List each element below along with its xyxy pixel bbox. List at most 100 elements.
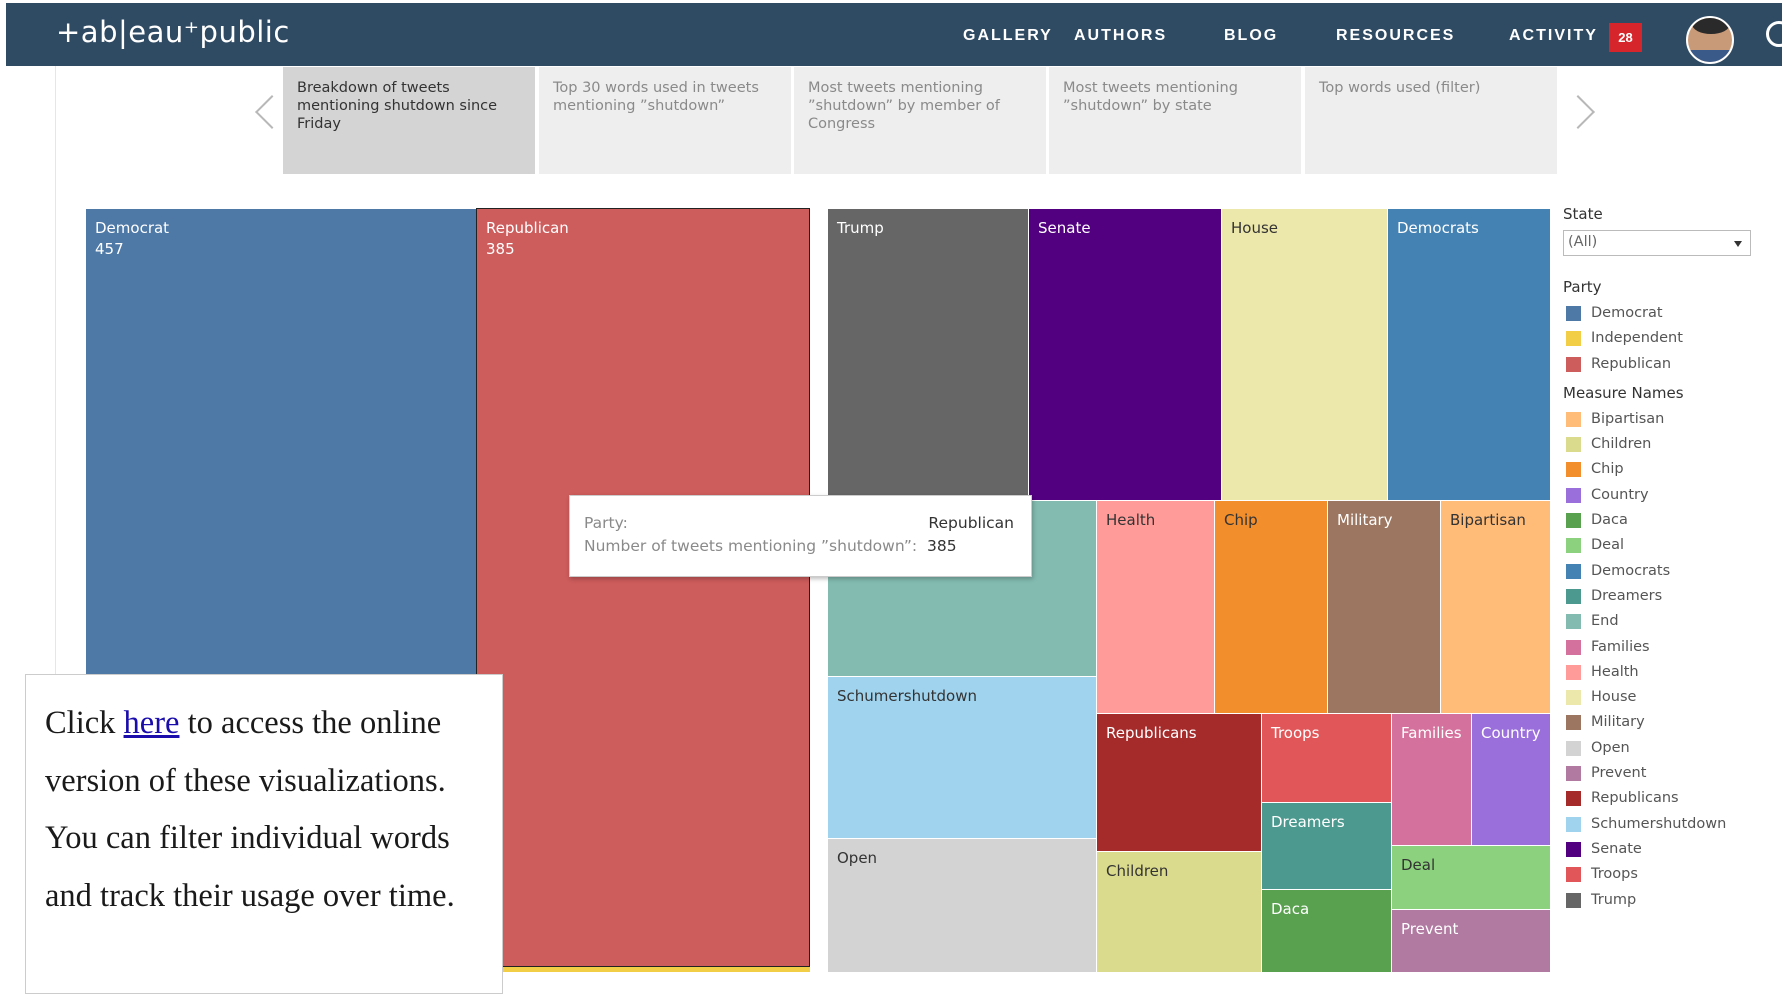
legend-label: Troops (1591, 866, 1638, 883)
avatar[interactable] (1686, 16, 1734, 64)
measure-legend-item[interactable]: End (1563, 611, 1751, 636)
measure-legend-item[interactable]: Families (1563, 637, 1751, 662)
measure-legend-item[interactable]: Schumershutdown (1563, 814, 1751, 839)
word-tile-dreamers[interactable]: Dreamers (1262, 803, 1391, 889)
party-legend-item[interactable]: Republican (1563, 354, 1751, 379)
tooltip-party-value: Republican (928, 514, 1014, 532)
legend-swatch (1566, 766, 1581, 782)
legend-swatch (1566, 306, 1581, 321)
word-tile-health[interactable]: Health (1097, 501, 1214, 713)
legend-label: End (1591, 613, 1619, 630)
measure-legend-item[interactable]: Troops (1563, 864, 1751, 889)
word-tile-deal[interactable]: Deal (1392, 846, 1550, 909)
word-tile-bipartisan[interactable]: Bipartisan (1441, 501, 1550, 713)
legend-swatch (1566, 867, 1581, 883)
legend-swatch (1566, 588, 1581, 604)
word-tile-prevent[interactable]: Prevent (1392, 910, 1550, 972)
legend-swatch (1566, 331, 1581, 347)
nav-authors[interactable]: AUTHORS (1074, 27, 1167, 45)
word-tile-trump[interactable]: Trump (828, 209, 1028, 500)
story-point-1[interactable]: Breakdown of tweets mentioning shutdown … (283, 67, 535, 174)
word-tile-troops[interactable]: Troops (1262, 714, 1391, 802)
legend-swatch (1566, 715, 1581, 731)
treemap-tile-independent[interactable] (476, 967, 810, 972)
measure-legend-title: Measure Names (1563, 383, 1684, 402)
legend-swatch (1566, 462, 1581, 478)
state-filter-dropdown[interactable]: (All) (1563, 230, 1751, 256)
party-legend-item[interactable]: Independent (1563, 328, 1751, 353)
caret-down-icon (1734, 241, 1742, 247)
word-tile-children[interactable]: Children (1097, 852, 1261, 972)
legend-swatch (1566, 690, 1581, 706)
legend-swatch (1566, 740, 1581, 756)
word-tile-military[interactable]: Military (1328, 501, 1440, 713)
legend-swatch (1566, 791, 1581, 807)
measure-legend-item[interactable]: Chip (1563, 459, 1751, 484)
measure-legend-item[interactable]: Country (1563, 485, 1751, 510)
overlay-text-start: Click (45, 705, 124, 741)
tile-value: 457 (95, 240, 124, 258)
avatar-hair (1692, 18, 1730, 34)
party-legend-item[interactable]: Democrat (1563, 303, 1751, 328)
nav-gallery[interactable]: GALLERY (963, 27, 1053, 45)
legend-panel: State (All) Party Democrat Independent Rep… (1563, 205, 1751, 915)
word-tile-daca[interactable]: Daca (1262, 890, 1391, 972)
measure-legend-item[interactable]: Health (1563, 662, 1751, 687)
tile-label: Democrat (95, 219, 170, 237)
legend-swatch (1566, 356, 1581, 372)
legend-swatch (1566, 487, 1581, 503)
legend-label: Democrats (1591, 562, 1671, 579)
party-legend: Democrat Independent Republican (1563, 303, 1751, 379)
measure-legend-item[interactable]: Bipartisan (1563, 409, 1751, 434)
word-tile-republicans[interactable]: Republicans (1097, 714, 1261, 851)
story-point-2[interactable]: Top 30 words used in tweets mentioning ”… (539, 67, 791, 174)
tableau-public-logo[interactable]: +ab|eau⁺public (56, 15, 290, 49)
measure-legend-item[interactable]: Children (1563, 434, 1751, 459)
word-tile-house[interactable]: House (1222, 209, 1387, 500)
legend-label: House (1591, 689, 1637, 706)
treemap-tile-republican[interactable]: Republican 385 (476, 208, 810, 967)
nav-resources[interactable]: RESOURCES (1336, 27, 1455, 45)
word-tile-democrats[interactable]: Democrats (1388, 209, 1550, 500)
word-tile-chip[interactable]: Chip (1215, 501, 1327, 713)
word-tile-country[interactable]: Country (1472, 714, 1550, 845)
story-point-4[interactable]: Most tweets mentioning ”shutdown” by sta… (1049, 67, 1301, 174)
legend-swatch (1566, 614, 1581, 630)
state-filter-title: State (1563, 205, 1603, 223)
measure-legend-item[interactable]: House (1563, 687, 1751, 712)
word-tile-families[interactable]: Families (1392, 714, 1471, 845)
measure-legend-item[interactable]: Senate (1563, 839, 1751, 864)
legend-swatch (1566, 513, 1581, 529)
measure-legend-item[interactable]: Military (1563, 712, 1751, 737)
measure-legend-item[interactable]: Daca (1563, 510, 1751, 535)
measure-legend-item[interactable]: Democrats (1563, 561, 1751, 586)
measure-legend-item[interactable]: Republicans (1563, 788, 1751, 813)
legend-label: Prevent (1591, 765, 1647, 782)
legend-label: Dreamers (1591, 587, 1663, 604)
legend-swatch (1566, 411, 1581, 427)
legend-label: Open (1591, 739, 1630, 756)
legend-swatch (1566, 892, 1581, 908)
legend-label: Military (1591, 714, 1645, 731)
online-version-link[interactable]: here (124, 705, 180, 741)
measure-legend-item[interactable]: Dreamers (1563, 586, 1751, 611)
chevron-right-icon[interactable] (1561, 95, 1595, 129)
legend-label: Families (1591, 638, 1650, 655)
legend-label: Children (1591, 436, 1652, 453)
measure-legend-item[interactable]: Trump (1563, 890, 1751, 915)
nav-blog[interactable]: BLOG (1224, 27, 1278, 45)
word-tile-open[interactable]: Open (828, 839, 1096, 972)
nav-activity[interactable]: ACTIVITY (1509, 27, 1598, 45)
search-icon[interactable] (1766, 21, 1782, 47)
word-tile-senate[interactable]: Senate (1029, 209, 1221, 500)
legend-label: Republicans (1591, 790, 1679, 807)
story-point-5[interactable]: Top words used (filter) (1305, 67, 1557, 174)
state-filter-value: (All) (1568, 234, 1598, 250)
story-point-3[interactable]: Most tweets mentioning ”shutdown” by mem… (794, 67, 1046, 174)
measure-legend-item[interactable]: Open (1563, 738, 1751, 763)
tooltip-measure-label: Number of tweets mentioning ”shutdown”: (584, 537, 918, 555)
measure-legend-item[interactable]: Deal (1563, 535, 1751, 560)
measure-legend-item[interactable]: Prevent (1563, 763, 1751, 788)
word-tile-schumershutdown[interactable]: Schumershutdown (828, 677, 1096, 838)
legend-swatch (1566, 437, 1581, 453)
